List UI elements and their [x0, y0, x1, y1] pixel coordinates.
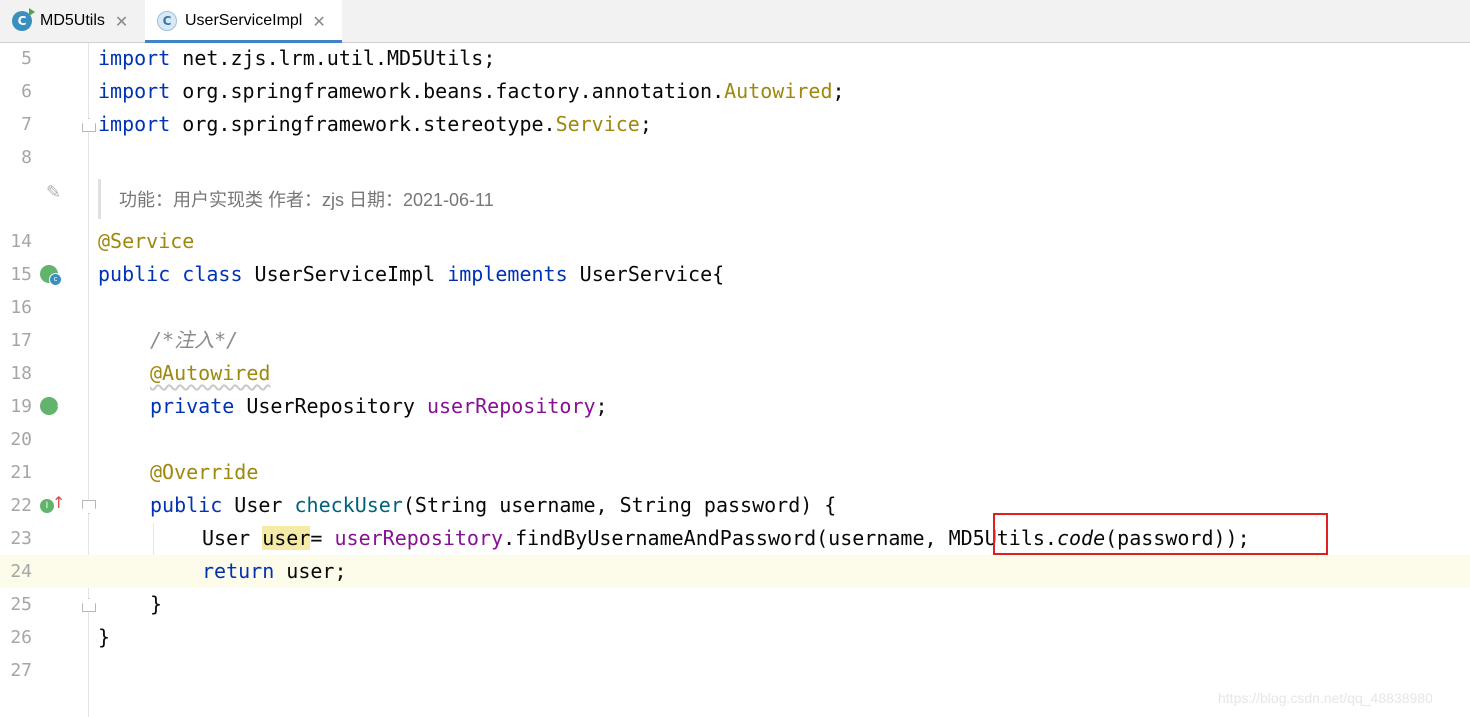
- code-text: import net.zjs.lrm.util.MD5Utils;: [98, 46, 496, 70]
- close-icon[interactable]: ✕: [312, 12, 325, 31]
- line-number: 7: [21, 114, 32, 135]
- close-icon[interactable]: ✕: [115, 12, 128, 31]
- autowired-bean-icon[interactable]: ➜: [40, 397, 64, 415]
- edit-doc-icon[interactable]: ✎: [46, 182, 61, 203]
- tab-label: UserServiceImpl: [185, 12, 303, 29]
- code-line-current[interactable]: 24 return user;: [0, 555, 1470, 588]
- code-line[interactable]: 20: [0, 423, 1470, 456]
- code-line[interactable]: 5 import net.zjs.lrm.util.MD5Utils;: [0, 42, 1470, 75]
- line-number: 5: [21, 48, 32, 69]
- class-icon: C: [157, 11, 177, 31]
- code-line[interactable]: 16: [0, 291, 1470, 324]
- line-number: 16: [10, 297, 32, 318]
- line-number: 6: [21, 81, 32, 102]
- tab-label: MD5Utils: [40, 12, 105, 29]
- code-text: @Autowired: [150, 361, 271, 385]
- code-text: import org.springframework.stereotype.Se…: [98, 112, 652, 136]
- code-text: @Override: [150, 460, 259, 484]
- line-number: 27: [10, 660, 32, 681]
- code-line[interactable]: 6 import org.springframework.beans.facto…: [0, 75, 1470, 108]
- code-text: public class UserServiceImpl implements …: [98, 262, 725, 286]
- code-text: import org.springframework.beans.factory…: [98, 79, 845, 103]
- watermark: https://blog.csdn.net/qq_48838980: [1218, 690, 1433, 706]
- line-number: 19: [10, 396, 32, 417]
- line-number: 22: [10, 495, 32, 516]
- highlight-box: [993, 513, 1328, 555]
- code-line[interactable]: 19 private UserRepository userRepository…: [0, 390, 1470, 423]
- code-text: return user;: [202, 559, 347, 583]
- line-number: 17: [10, 330, 32, 351]
- code-line[interactable]: 17 /*注入*/: [0, 324, 1470, 357]
- line-number: 24: [10, 561, 32, 582]
- code-line[interactable]: 18 @Autowired: [0, 357, 1470, 390]
- class-icon: C: [12, 8, 35, 31]
- line-number: 25: [10, 594, 32, 615]
- tab-md5utils[interactable]: C MD5Utils ✕: [0, 0, 142, 42]
- code-line[interactable]: 7 import org.springframework.stereotype.…: [0, 108, 1470, 141]
- code-text: }: [150, 592, 163, 616]
- code-line[interactable]: 21 @Override: [0, 456, 1470, 489]
- tab-userserviceimpl[interactable]: C UserServiceImpl ✕: [145, 0, 342, 43]
- code-comment: /*注入*/: [150, 328, 239, 352]
- line-number: 21: [10, 462, 32, 483]
- line-number: 20: [10, 429, 32, 450]
- code-line[interactable]: 27: [0, 654, 1470, 687]
- line-number: 23: [10, 528, 32, 549]
- code-line[interactable]: 8: [0, 141, 1470, 174]
- line-number: 26: [10, 627, 32, 648]
- rendered-doc-comment: 功能：用户实现类 作者：zjs 日期：2021-06-11: [98, 179, 494, 219]
- code-line[interactable]: 26 }: [0, 621, 1470, 654]
- line-number: 8: [21, 147, 32, 168]
- line-number: 18: [10, 363, 32, 384]
- go-to-interface-icon[interactable]: ↑: [52, 493, 65, 512]
- code-text: @Service: [98, 229, 195, 253]
- editor-tab-bar: C MD5Utils ✕ C UserServiceImpl ✕: [0, 0, 1470, 43]
- line-number: 14: [10, 231, 32, 252]
- code-text: }: [98, 625, 111, 649]
- code-text: private UserRepository userRepository;: [150, 394, 608, 418]
- code-line[interactable]: 15 public class UserServiceImpl implemen…: [0, 258, 1470, 291]
- code-text: public User checkUser(String username, S…: [150, 493, 837, 517]
- line-number: 15: [10, 264, 32, 285]
- code-line[interactable]: 25 }: [0, 588, 1470, 621]
- code-line[interactable]: 14 @Service: [0, 225, 1470, 258]
- bean-class-icon[interactable]: c: [40, 265, 62, 286]
